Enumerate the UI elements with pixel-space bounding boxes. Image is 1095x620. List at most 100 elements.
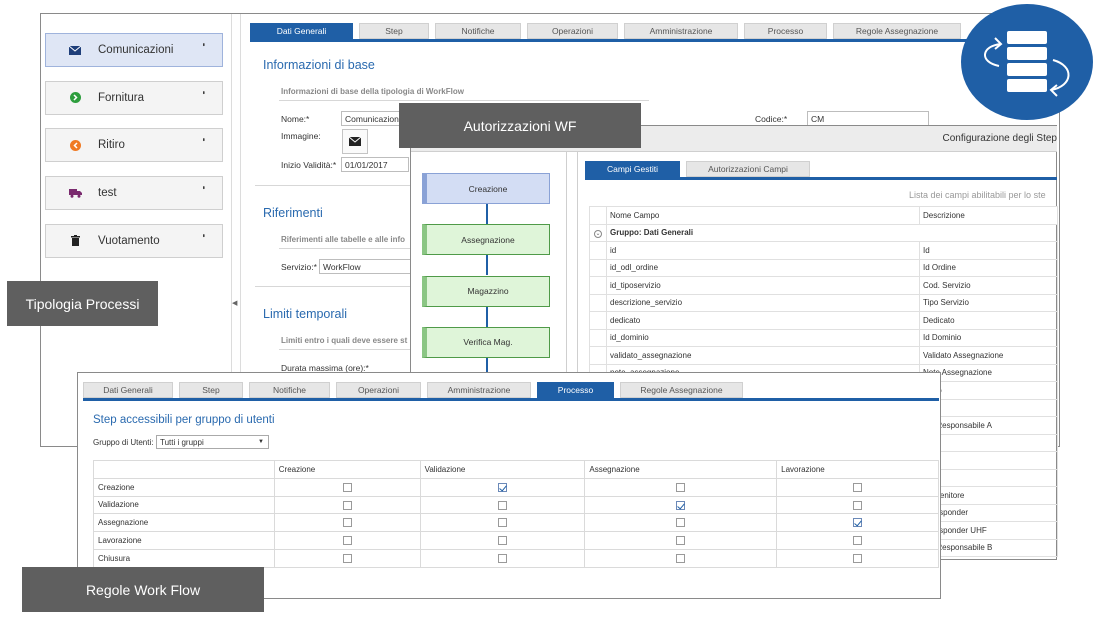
collapse-sidebar-icon[interactable]: ◀ (232, 299, 237, 307)
flow-step-creazione[interactable]: Creazione (422, 173, 550, 204)
checkbox-cell (419, 548, 586, 568)
row-spacer (589, 311, 607, 330)
permission-checkbox[interactable] (853, 554, 863, 564)
table-row: Validazione (93, 495, 939, 515)
tab-notifiche[interactable]: Notifiche (249, 382, 330, 398)
checkbox-cell (776, 513, 939, 533)
step-name-cell: Creazione (93, 477, 275, 497)
envelope-icon (349, 137, 361, 146)
checkbox-cell (419, 513, 586, 533)
table-row[interactable]: validato_assegnazione Validato Assegnazio… (589, 346, 1058, 365)
kebab-menu-icon[interactable]: ••• (196, 138, 210, 140)
permission-checkbox[interactable] (497, 536, 507, 546)
sidebar-item-fornitura[interactable]: Fornitura ••• (45, 80, 223, 115)
tab-campi-gestiti[interactable]: Campi Gestiti (585, 161, 680, 177)
kebab-menu-icon[interactable]: ••• (196, 91, 210, 93)
flow-step-verifica-mag-[interactable]: Verifica Mag. (422, 326, 550, 358)
tab-notifiche[interactable]: Notifiche (435, 23, 521, 39)
tab-operazioni[interactable]: Operazioni (336, 382, 421, 398)
checkbox-cell (273, 548, 421, 568)
tab-dati-generali[interactable]: Dati Generali (250, 23, 353, 39)
permission-checkbox[interactable] (497, 518, 507, 528)
checkbox-cell (776, 495, 939, 515)
codice-label: Codice:* (755, 114, 788, 124)
table-row[interactable]: id_tiposervizio Cod. Servizio (589, 276, 1058, 295)
gruppo-utenti-select[interactable]: Tutti i gruppi ▼ (156, 435, 269, 449)
permission-checkbox[interactable] (497, 500, 507, 510)
tab-amministrazione[interactable]: Amministrazione (624, 23, 738, 39)
inizio-validita-input[interactable]: 01/01/2017 (341, 157, 409, 172)
kebab-menu-icon[interactable]: ••• (196, 234, 210, 236)
grid-title: Lista dei campi abilitabili per lo ste (909, 190, 1046, 200)
tab-operazioni[interactable]: Operazioni (527, 23, 618, 39)
divider (279, 248, 411, 249)
checkbox-cell (419, 531, 586, 550)
permission-checkbox[interactable] (853, 482, 863, 492)
permission-checkbox[interactable] (676, 500, 686, 510)
tab-step[interactable]: Step (179, 382, 243, 398)
field-name-cell: id_tiposervizio (606, 276, 920, 295)
grid-group-row[interactable]: ⌄ Gruppo: Dati Generali (589, 223, 1058, 242)
sidebar-item-test[interactable]: test ••• (45, 176, 223, 211)
permission-checkbox[interactable] (853, 500, 863, 510)
sidebar-item-comunicazioni[interactable]: Comunicazioni ••• (45, 33, 223, 67)
table-row[interactable]: id_odl_ordine Id Ordine (589, 258, 1058, 277)
tab-dati-generali[interactable]: Dati Generali (83, 382, 173, 398)
checkbox-cell (584, 531, 778, 550)
grid-header-descrizione[interactable]: Descrizione (919, 206, 1058, 225)
header-spacer (93, 460, 275, 479)
column-header-creazione: Creazione (273, 460, 421, 479)
permission-checkbox[interactable] (853, 536, 863, 546)
flow-connector (486, 255, 488, 276)
tab-autorizzazioni-campi[interactable]: Autorizzazioni Campi (686, 161, 810, 177)
permission-checkbox[interactable] (676, 536, 686, 546)
permission-checkbox[interactable] (676, 482, 686, 492)
table-row[interactable]: descrizione_servizio Tipo Servizio (589, 293, 1058, 312)
flow-step-assegnazione[interactable]: Assegnazione (422, 224, 550, 256)
trash-icon (68, 234, 82, 248)
column-header-validazione: Validazione (419, 460, 586, 479)
sidebar-item-ritiro[interactable]: Ritiro ••• (45, 128, 223, 163)
tab-amministrazione[interactable]: Amministrazione (427, 382, 531, 398)
row-spacer (589, 258, 607, 277)
tab-processo[interactable]: Processo (744, 23, 827, 39)
codice-input[interactable]: CM (807, 111, 929, 126)
permission-checkbox[interactable] (853, 518, 863, 528)
permission-checkbox[interactable] (497, 482, 507, 492)
table-row[interactable]: id_dominio Id Dominio (589, 328, 1058, 347)
servizio-label: Servizio:* (281, 262, 317, 272)
tab-step[interactable]: Step (359, 23, 429, 39)
immagine-picker[interactable] (342, 129, 368, 154)
servizio-select[interactable]: WorkFlow (319, 259, 411, 274)
table-row[interactable]: id Id (589, 241, 1058, 260)
permission-checkbox[interactable] (342, 482, 352, 492)
permission-checkbox[interactable] (676, 554, 686, 564)
permission-checkbox[interactable] (342, 500, 352, 510)
nome-label: Nome:* (281, 114, 310, 124)
checkbox-cell (776, 548, 939, 568)
field-description-cell: Validato Assegnazione (919, 346, 1058, 365)
row-spacer (589, 328, 607, 347)
grid-header-nome[interactable]: Nome Campo (606, 206, 920, 225)
permission-checkbox[interactable] (342, 518, 352, 528)
tab-processo[interactable]: Processo (537, 382, 614, 398)
permission-checkbox[interactable] (676, 518, 686, 528)
permission-checkbox[interactable] (342, 536, 352, 546)
sidebar-item-vuotamento[interactable]: Vuotamento ••• (45, 223, 223, 258)
column-header-assegnazione: Assegnazione (584, 460, 778, 479)
kebab-menu-icon[interactable]: ••• (196, 186, 210, 188)
expand-group-icon[interactable]: ⌄ (589, 223, 607, 242)
field-description-cell: Tipo Servizio (919, 293, 1058, 312)
divider (279, 100, 649, 101)
kebab-menu-icon[interactable]: ••• (196, 43, 210, 45)
flow-step-magazzino[interactable]: Magazzino (422, 275, 550, 307)
database-sync-icon (984, 31, 1070, 97)
regole-tabs: Dati Generali Step Notifiche Operazioni Ammi… (83, 382, 749, 398)
table-row[interactable]: dedicato Dedicato (589, 311, 1058, 330)
permission-checkbox[interactable] (497, 554, 507, 564)
sidebar-item-label: Fornitura (98, 91, 145, 104)
permission-checkbox[interactable] (342, 554, 352, 564)
riferimenti-section-subtitle: Riferimenti alle tabelle e alle info (281, 235, 406, 244)
tab-regole-assegnazione[interactable]: Regole Assegnazione (833, 23, 961, 39)
tab-regole-assegnazione[interactable]: Regole Assegnazione (620, 382, 743, 398)
